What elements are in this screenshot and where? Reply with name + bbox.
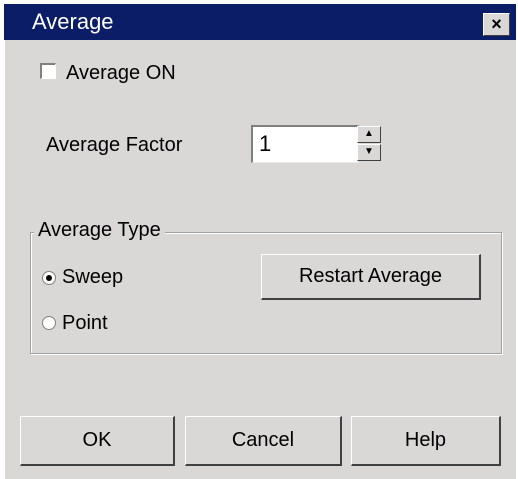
average-on-label[interactable]: Average ON — [66, 61, 176, 85]
chevron-up-icon: ▲ — [364, 128, 374, 139]
average-factor-input[interactable]: 1 — [251, 125, 359, 163]
radio-sweep[interactable] — [42, 271, 56, 285]
spin-up-button[interactable]: ▲ — [357, 126, 381, 143]
radio-point-label[interactable]: Point — [62, 311, 108, 335]
average-type-legend: Average Type — [34, 218, 165, 242]
window-title: Average — [32, 9, 114, 34]
close-icon: × — [491, 14, 502, 34]
average-on-checkbox[interactable] — [40, 63, 56, 79]
title-bar[interactable]: Average — [4, 4, 516, 40]
restart-average-button[interactable]: Restart Average — [261, 254, 481, 300]
cancel-button[interactable]: Cancel — [185, 416, 342, 466]
close-button[interactable]: × — [483, 13, 510, 36]
radio-selected-dot — [46, 275, 52, 281]
chevron-down-icon: ▼ — [364, 146, 374, 157]
help-button[interactable]: Help — [351, 416, 501, 466]
ok-button[interactable]: OK — [20, 416, 175, 466]
spin-down-button[interactable]: ▼ — [357, 144, 381, 161]
radio-sweep-label[interactable]: Sweep — [62, 265, 123, 289]
average-factor-label: Average Factor — [46, 134, 183, 156]
screen: Average × Average ON Average Factor 1 ▲ … — [0, 0, 518, 479]
radio-point[interactable] — [42, 316, 56, 330]
